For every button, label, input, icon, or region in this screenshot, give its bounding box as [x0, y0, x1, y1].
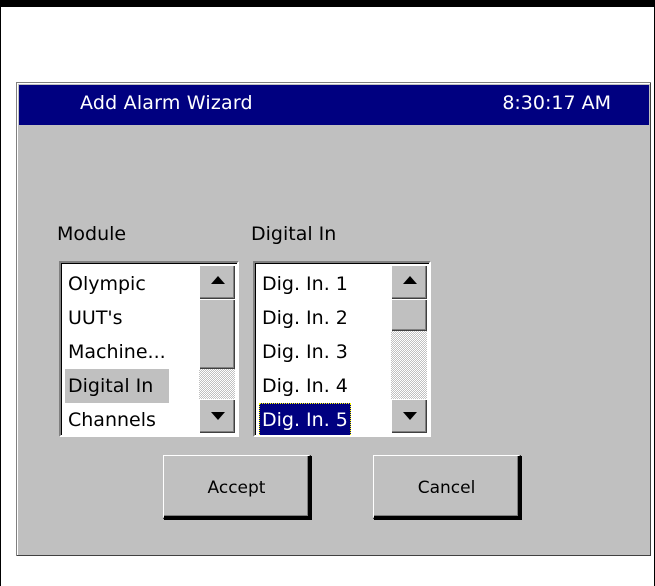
module-listbox[interactable]: Olympic UUT's Machine... Digital In Chan… — [59, 261, 239, 437]
module-scroll-thumb[interactable] — [199, 299, 235, 369]
triangle-down-icon — [211, 412, 225, 420]
list-item[interactable]: Channels — [65, 403, 169, 435]
list-item[interactable]: UUT's — [65, 301, 169, 335]
triangle-up-icon — [211, 276, 225, 284]
clock-time: 8:30:17 AM — [502, 92, 611, 114]
list-item-selected[interactable]: Dig. In. 5 — [259, 403, 351, 435]
page-border-left — [0, 0, 1, 586]
module-scrollbar[interactable] — [199, 265, 235, 433]
list-item[interactable]: Dig. In. 1 — [259, 267, 351, 301]
accept-button[interactable]: Accept — [163, 455, 311, 519]
module-label: Module — [57, 223, 127, 245]
dialog-title: Add Alarm Wizard — [80, 92, 253, 114]
top-border-bar — [0, 0, 655, 7]
list-item[interactable]: Dig. In. 2 — [259, 301, 351, 335]
module-list-items: Olympic UUT's Machine... Digital In Chan… — [65, 267, 169, 435]
list-item-selected[interactable]: Digital In — [65, 369, 169, 403]
module-scroll-up-button[interactable] — [199, 265, 235, 299]
cancel-button[interactable]: Cancel — [373, 455, 521, 519]
digital-in-listbox[interactable]: Dig. In. 1 Dig. In. 2 Dig. In. 3 Dig. In… — [253, 261, 431, 437]
digital-in-scroll-thumb[interactable] — [391, 299, 427, 331]
list-item[interactable]: Olympic — [65, 267, 169, 301]
title-bar: Add Alarm Wizard 8:30:17 AM — [19, 85, 649, 125]
list-item[interactable]: Dig. In. 4 — [259, 369, 351, 403]
triangle-down-icon — [403, 412, 417, 420]
digital-in-scrollbar[interactable] — [391, 265, 427, 433]
digital-in-scroll-up-button[interactable] — [391, 265, 427, 299]
triangle-up-icon — [403, 276, 417, 284]
digital-in-list-items: Dig. In. 1 Dig. In. 2 Dig. In. 3 Dig. In… — [259, 267, 351, 435]
module-scroll-down-button[interactable] — [199, 399, 235, 433]
list-item[interactable]: Machine... — [65, 335, 169, 369]
digital-in-label: Digital In — [251, 223, 337, 245]
add-alarm-wizard-dialog: Add Alarm Wizard 8:30:17 AM Module Digit… — [16, 82, 651, 556]
digital-in-scroll-down-button[interactable] — [391, 399, 427, 433]
list-item[interactable]: Dig. In. 3 — [259, 335, 351, 369]
